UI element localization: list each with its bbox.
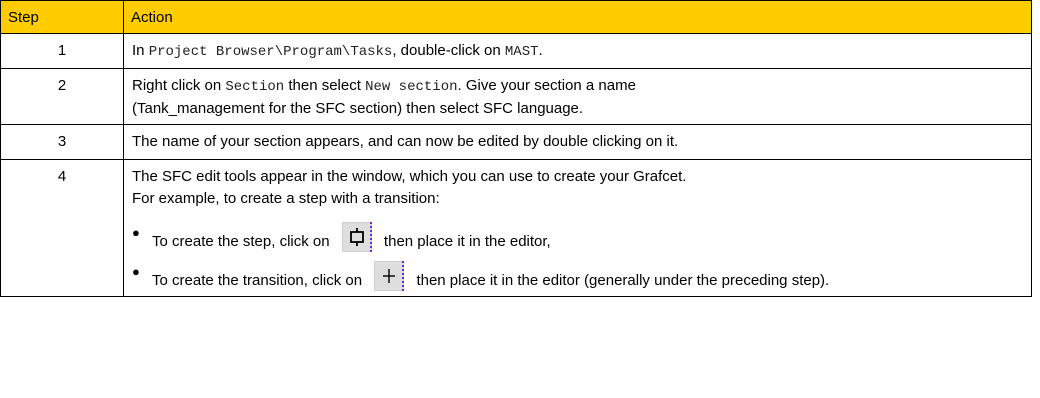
step-number: 2 <box>0 68 124 125</box>
action-cell: Right click on Section then select New s… <box>123 68 1032 125</box>
instructions-table: Step Action 1 In Project Browser\Program… <box>0 0 1032 297</box>
code-section: Section <box>225 79 285 95</box>
bullet-icon: ● <box>132 264 140 279</box>
action-text: . <box>538 42 543 59</box>
table-row: 3 The name of your section appears, and … <box>0 124 1032 160</box>
sfc-transition-tool-icon <box>374 261 405 291</box>
bullet-item: ● To create the transition, click on the… <box>132 261 1023 292</box>
step-number: 1 <box>0 33 124 69</box>
code-path: Project Browser\Program\Tasks <box>148 44 393 60</box>
sfc-step-tool-icon <box>341 222 372 252</box>
action-text: In <box>132 42 149 59</box>
table-row: 4 The SFC edit tools appear in the windo… <box>0 159 1032 297</box>
bullet-text: To create the step, click on <box>152 233 334 250</box>
action-text: Right click on <box>132 77 226 94</box>
table-row: 2 Right click on Section then select New… <box>0 68 1032 125</box>
code-task: MAST <box>504 44 539 60</box>
bullet-item: ● To create the step, click on then plac… <box>132 222 1023 253</box>
action-line: Right click on Section then select New s… <box>132 75 1023 98</box>
action-line: The SFC edit tools appear in the window,… <box>132 168 687 185</box>
action-cell: The SFC edit tools appear in the window,… <box>123 159 1032 297</box>
step-column-header: Step <box>0 0 124 34</box>
table-row: 1 In Project Browser\Program\Tasks, doub… <box>0 33 1032 69</box>
step-number: 4 <box>0 159 124 297</box>
action-text: The name of your section appears, and ca… <box>123 124 1032 160</box>
bullet-text: then place it in the editor, <box>379 233 551 250</box>
action-line: (Tank_management for the SFC section) th… <box>132 100 584 117</box>
action-text: . Give your section a name <box>457 77 636 94</box>
action-text: then select <box>284 77 366 94</box>
header-row: Step Action <box>0 0 1032 34</box>
bullet-text: then place it in the editor (generally u… <box>412 272 830 289</box>
action-text: , double-click on <box>392 42 505 59</box>
action-line: For example, to create a step with a tra… <box>132 190 440 207</box>
code-new-section: New section <box>365 79 458 95</box>
bullet-text: To create the transition, click on <box>152 272 367 289</box>
action-column-header: Action <box>123 0 1032 34</box>
action-cell: In Project Browser\Program\Tasks, double… <box>123 33 1032 69</box>
step-number: 3 <box>0 124 124 160</box>
bullet-icon: ● <box>132 225 140 240</box>
